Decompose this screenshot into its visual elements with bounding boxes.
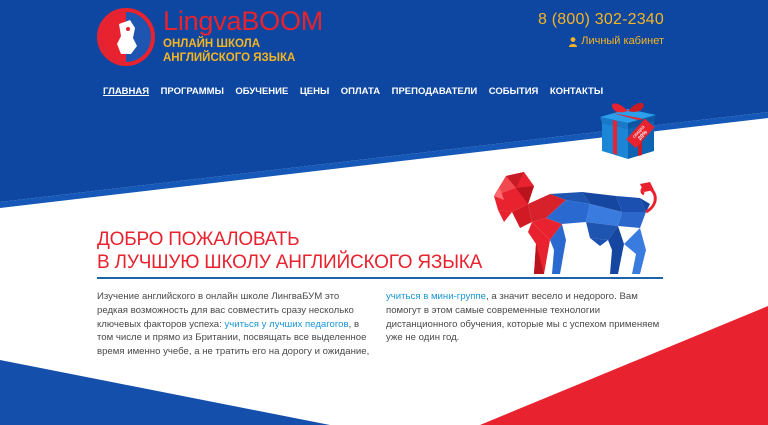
nav-item-learning[interactable]: ОБУЧЕНИЕ [235,86,288,98]
brand-name: LingvaBOOM [163,6,324,36]
intro-column-1: Изучение английского в онлайн школе Линг… [97,290,372,359]
nav-item-home[interactable]: ГЛАВНАЯ [103,86,149,98]
nav-item-payment[interactable]: ОПЛАТА [341,86,380,98]
contacts: 8 (800) 302-2340 Личный кабинет [538,11,664,48]
hero-title: ДОБРО ПОЖАЛОВАТЬ В ЛУЧШУЮ ШКОЛУ АНГЛИЙСК… [97,228,482,274]
intro-column-2: учиться в мини-группе, а значит весело и… [386,290,664,345]
mini-group-link[interactable]: учиться в мини-группе [386,291,486,302]
gift-discount-icon[interactable]: скидка 20% [594,97,664,161]
main-nav: ГЛАВНАЯ ПРОГРАММЫ ОБУЧЕНИЕ ЦЕНЫ ОПЛАТА П… [103,86,615,98]
teachers-link[interactable]: учиться у лучших педагогов [224,319,348,330]
brand-subtitle-line2: АНГЛИЙСКОГО ЯЗЫКА [163,52,296,64]
hero-divider [97,277,663,279]
logo[interactable]: LingvaBOOM ОНЛАЙН ШКОЛА АНГЛИЙСКОГО ЯЗЫК… [97,8,323,66]
brand-subtitle-line1: ОНЛАЙН ШКОЛА [163,38,260,50]
user-icon [569,36,578,47]
personal-cabinet-link[interactable]: Личный кабинет [538,35,664,48]
hero-title-line2: В ЛУЧШУЮ ШКОЛУ АНГЛИЙСКОГО ЯЗЫКА [97,252,483,273]
logo-emblem-icon [97,8,155,66]
nav-item-events[interactable]: СОБЫТИЯ [489,86,539,98]
phone-number[interactable]: 8 (800) 302-2340 [538,11,664,29]
nav-item-programs[interactable]: ПРОГРАММЫ [161,86,224,98]
personal-cabinet-label: Личный кабинет [581,35,664,47]
nav-item-teachers[interactable]: ПРЕПОДАВАТЕЛИ [392,86,478,98]
nav-item-prices[interactable]: ЦЕНЫ [300,86,329,98]
hero-title-line1: ДОБРО ПОЖАЛОВАТЬ [97,229,300,250]
lion-illustration [494,172,657,274]
